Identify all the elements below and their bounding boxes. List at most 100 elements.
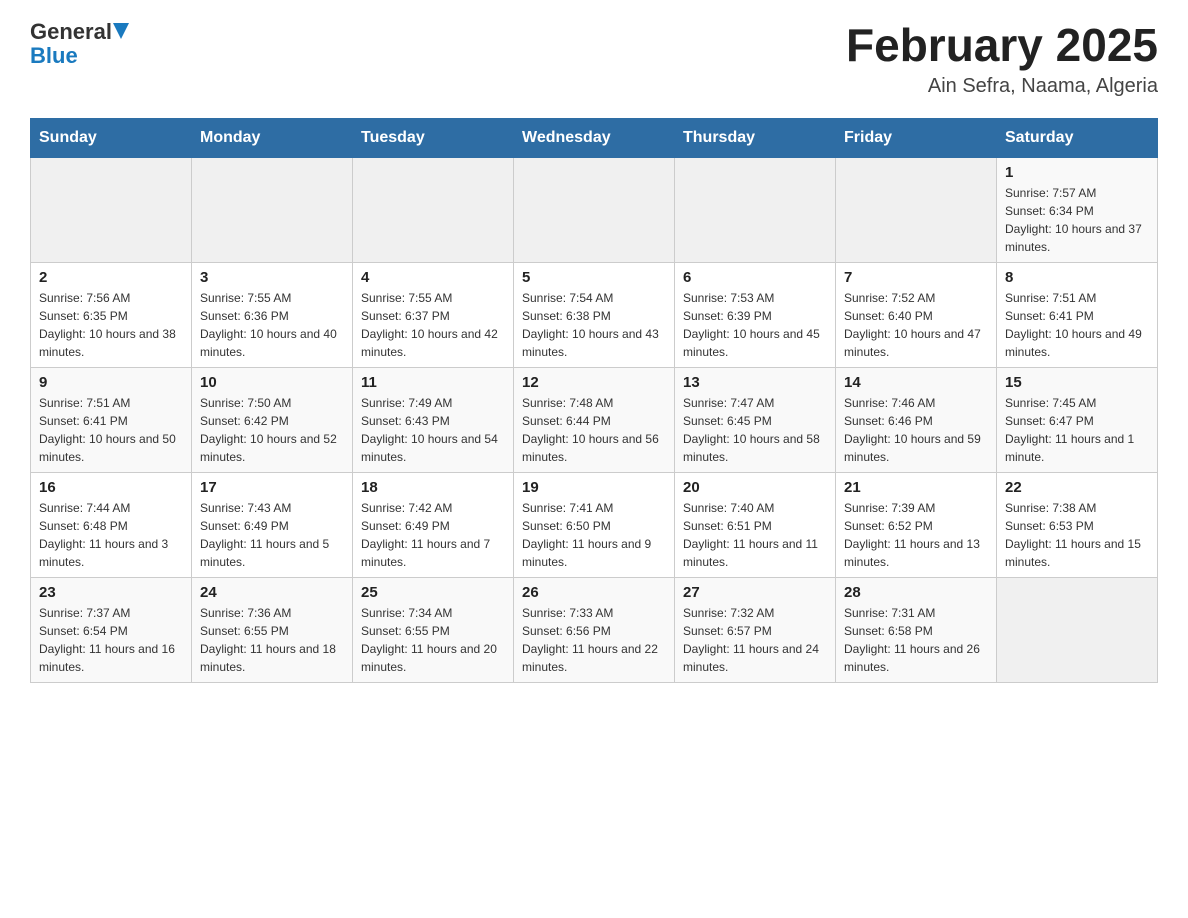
- day-info: Sunrise: 7:51 AMSunset: 6:41 PMDaylight:…: [39, 394, 183, 466]
- calendar-week-row: 23 Sunrise: 7:37 AMSunset: 6:54 PMDayligh…: [31, 577, 1158, 682]
- day-info: Sunrise: 7:47 AMSunset: 6:45 PMDaylight:…: [683, 394, 827, 466]
- header-thursday: Thursday: [675, 118, 836, 157]
- day-info: Sunrise: 7:42 AMSunset: 6:49 PMDaylight:…: [361, 499, 505, 571]
- header-sunday: Sunday: [31, 118, 192, 157]
- day-number: 22: [1005, 479, 1149, 496]
- calendar-cell: 21 Sunrise: 7:39 AMSunset: 6:52 PMDayligh…: [836, 472, 997, 577]
- calendar-cell: [514, 157, 675, 262]
- header-monday: Monday: [192, 118, 353, 157]
- logo-arrow-icon: [113, 23, 133, 43]
- calendar-cell: 20 Sunrise: 7:40 AMSunset: 6:51 PMDayligh…: [675, 472, 836, 577]
- day-info: Sunrise: 7:54 AMSunset: 6:38 PMDaylight:…: [522, 289, 666, 361]
- day-number: 26: [522, 584, 666, 601]
- page-subtitle: Ain Sefra, Naama, Algeria: [846, 75, 1158, 98]
- day-number: 6: [683, 269, 827, 286]
- calendar-week-row: 1 Sunrise: 7:57 AMSunset: 6:34 PMDaylight…: [31, 157, 1158, 262]
- calendar-cell: 24 Sunrise: 7:36 AMSunset: 6:55 PMDayligh…: [192, 577, 353, 682]
- calendar-cell: 14 Sunrise: 7:46 AMSunset: 6:46 PMDayligh…: [836, 367, 997, 472]
- calendar-cell: 8Sunrise: 7:51 AMSunset: 6:41 PMDaylight…: [997, 262, 1158, 367]
- day-number: 10: [200, 374, 344, 391]
- day-info: Sunrise: 7:40 AMSunset: 6:51 PMDaylight:…: [683, 499, 827, 571]
- logo: General Blue: [30, 20, 133, 68]
- day-info: Sunrise: 7:33 AMSunset: 6:56 PMDaylight:…: [522, 604, 666, 676]
- day-info: Sunrise: 7:37 AMSunset: 6:54 PMDaylight:…: [39, 604, 183, 676]
- calendar-cell: 3 Sunrise: 7:55 AMSunset: 6:36 PMDaylight…: [192, 262, 353, 367]
- day-info: Sunrise: 7:55 AMSunset: 6:36 PMDaylight:…: [200, 289, 344, 361]
- calendar-week-row: 2 Sunrise: 7:56 AMSunset: 6:35 PMDaylight…: [31, 262, 1158, 367]
- day-number: 13: [683, 374, 827, 391]
- calendar-cell: 9 Sunrise: 7:51 AMSunset: 6:41 PMDaylight…: [31, 367, 192, 472]
- logo-blue-text: Blue: [30, 43, 78, 68]
- day-number: 18: [361, 479, 505, 496]
- calendar-cell: [31, 157, 192, 262]
- calendar-cell: 6 Sunrise: 7:53 AMSunset: 6:39 PMDaylight…: [675, 262, 836, 367]
- calendar-cell: 19 Sunrise: 7:41 AMSunset: 6:50 PMDayligh…: [514, 472, 675, 577]
- day-info: Sunrise: 7:52 AMSunset: 6:40 PMDaylight:…: [844, 289, 988, 361]
- day-info: Sunrise: 7:51 AMSunset: 6:41 PMDaylight:…: [1005, 289, 1149, 361]
- day-number: 25: [361, 584, 505, 601]
- day-info: Sunrise: 7:46 AMSunset: 6:46 PMDaylight:…: [844, 394, 988, 466]
- day-info: Sunrise: 7:55 AMSunset: 6:37 PMDaylight:…: [361, 289, 505, 361]
- day-number: 3: [200, 269, 344, 286]
- calendar-cell: 4 Sunrise: 7:55 AMSunset: 6:37 PMDaylight…: [353, 262, 514, 367]
- calendar-cell: 15 Sunrise: 7:45 AMSunset: 6:47 PMDayligh…: [997, 367, 1158, 472]
- calendar-cell: [997, 577, 1158, 682]
- day-info: Sunrise: 7:43 AMSunset: 6:49 PMDaylight:…: [200, 499, 344, 571]
- day-info: Sunrise: 7:45 AMSunset: 6:47 PMDaylight:…: [1005, 394, 1149, 466]
- calendar-cell: 12Sunrise: 7:48 AMSunset: 6:44 PMDayligh…: [514, 367, 675, 472]
- calendar-table: Sunday Monday Tuesday Wednesday Thursday…: [30, 118, 1158, 683]
- calendar-week-row: 9 Sunrise: 7:51 AMSunset: 6:41 PMDaylight…: [31, 367, 1158, 472]
- calendar-cell: 26 Sunrise: 7:33 AMSunset: 6:56 PMDayligh…: [514, 577, 675, 682]
- logo-general-text: General: [30, 20, 112, 44]
- day-info: Sunrise: 7:41 AMSunset: 6:50 PMDaylight:…: [522, 499, 666, 571]
- day-number: 14: [844, 374, 988, 391]
- calendar-cell: 7 Sunrise: 7:52 AMSunset: 6:40 PMDaylight…: [836, 262, 997, 367]
- calendar-cell: 28 Sunrise: 7:31 AMSunset: 6:58 PMDayligh…: [836, 577, 997, 682]
- day-info: Sunrise: 7:44 AMSunset: 6:48 PMDaylight:…: [39, 499, 183, 571]
- day-number: 17: [200, 479, 344, 496]
- day-number: 27: [683, 584, 827, 601]
- calendar-cell: 5Sunrise: 7:54 AMSunset: 6:38 PMDaylight…: [514, 262, 675, 367]
- day-number: 24: [200, 584, 344, 601]
- day-number: 2: [39, 269, 183, 286]
- day-number: 15: [1005, 374, 1149, 391]
- calendar-cell: 25 Sunrise: 7:34 AMSunset: 6:55 PMDayligh…: [353, 577, 514, 682]
- day-number: 4: [361, 269, 505, 286]
- title-block: February 2025 Ain Sefra, Naama, Algeria: [846, 20, 1158, 98]
- calendar-cell: [675, 157, 836, 262]
- calendar-cell: [353, 157, 514, 262]
- day-number: 1: [1005, 164, 1149, 181]
- day-info: Sunrise: 7:50 AMSunset: 6:42 PMDaylight:…: [200, 394, 344, 466]
- day-number: 11: [361, 374, 505, 391]
- day-number: 16: [39, 479, 183, 496]
- calendar-week-row: 16 Sunrise: 7:44 AMSunset: 6:48 PMDayligh…: [31, 472, 1158, 577]
- day-number: 21: [844, 479, 988, 496]
- calendar-cell: 10 Sunrise: 7:50 AMSunset: 6:42 PMDayligh…: [192, 367, 353, 472]
- calendar-cell: 23 Sunrise: 7:37 AMSunset: 6:54 PMDayligh…: [31, 577, 192, 682]
- header-friday: Friday: [836, 118, 997, 157]
- day-info: Sunrise: 7:57 AMSunset: 6:34 PMDaylight:…: [1005, 184, 1149, 256]
- day-number: 28: [844, 584, 988, 601]
- calendar-header-row: Sunday Monday Tuesday Wednesday Thursday…: [31, 118, 1158, 157]
- page-title: February 2025: [846, 20, 1158, 71]
- calendar-cell: 16 Sunrise: 7:44 AMSunset: 6:48 PMDayligh…: [31, 472, 192, 577]
- day-number: 20: [683, 479, 827, 496]
- day-info: Sunrise: 7:32 AMSunset: 6:57 PMDaylight:…: [683, 604, 827, 676]
- calendar-cell: 2 Sunrise: 7:56 AMSunset: 6:35 PMDaylight…: [31, 262, 192, 367]
- day-info: Sunrise: 7:56 AMSunset: 6:35 PMDaylight:…: [39, 289, 183, 361]
- day-info: Sunrise: 7:39 AMSunset: 6:52 PMDaylight:…: [844, 499, 988, 571]
- calendar-cell: 17 Sunrise: 7:43 AMSunset: 6:49 PMDayligh…: [192, 472, 353, 577]
- day-info: Sunrise: 7:48 AMSunset: 6:44 PMDaylight:…: [522, 394, 666, 466]
- calendar-cell: 27 Sunrise: 7:32 AMSunset: 6:57 PMDayligh…: [675, 577, 836, 682]
- day-info: Sunrise: 7:38 AMSunset: 6:53 PMDaylight:…: [1005, 499, 1149, 571]
- day-number: 7: [844, 269, 988, 286]
- day-info: Sunrise: 7:34 AMSunset: 6:55 PMDaylight:…: [361, 604, 505, 676]
- calendar-cell: [192, 157, 353, 262]
- day-info: Sunrise: 7:49 AMSunset: 6:43 PMDaylight:…: [361, 394, 505, 466]
- day-info: Sunrise: 7:53 AMSunset: 6:39 PMDaylight:…: [683, 289, 827, 361]
- day-info: Sunrise: 7:31 AMSunset: 6:58 PMDaylight:…: [844, 604, 988, 676]
- day-number: 19: [522, 479, 666, 496]
- day-number: 9: [39, 374, 183, 391]
- day-number: 23: [39, 584, 183, 601]
- day-info: Sunrise: 7:36 AMSunset: 6:55 PMDaylight:…: [200, 604, 344, 676]
